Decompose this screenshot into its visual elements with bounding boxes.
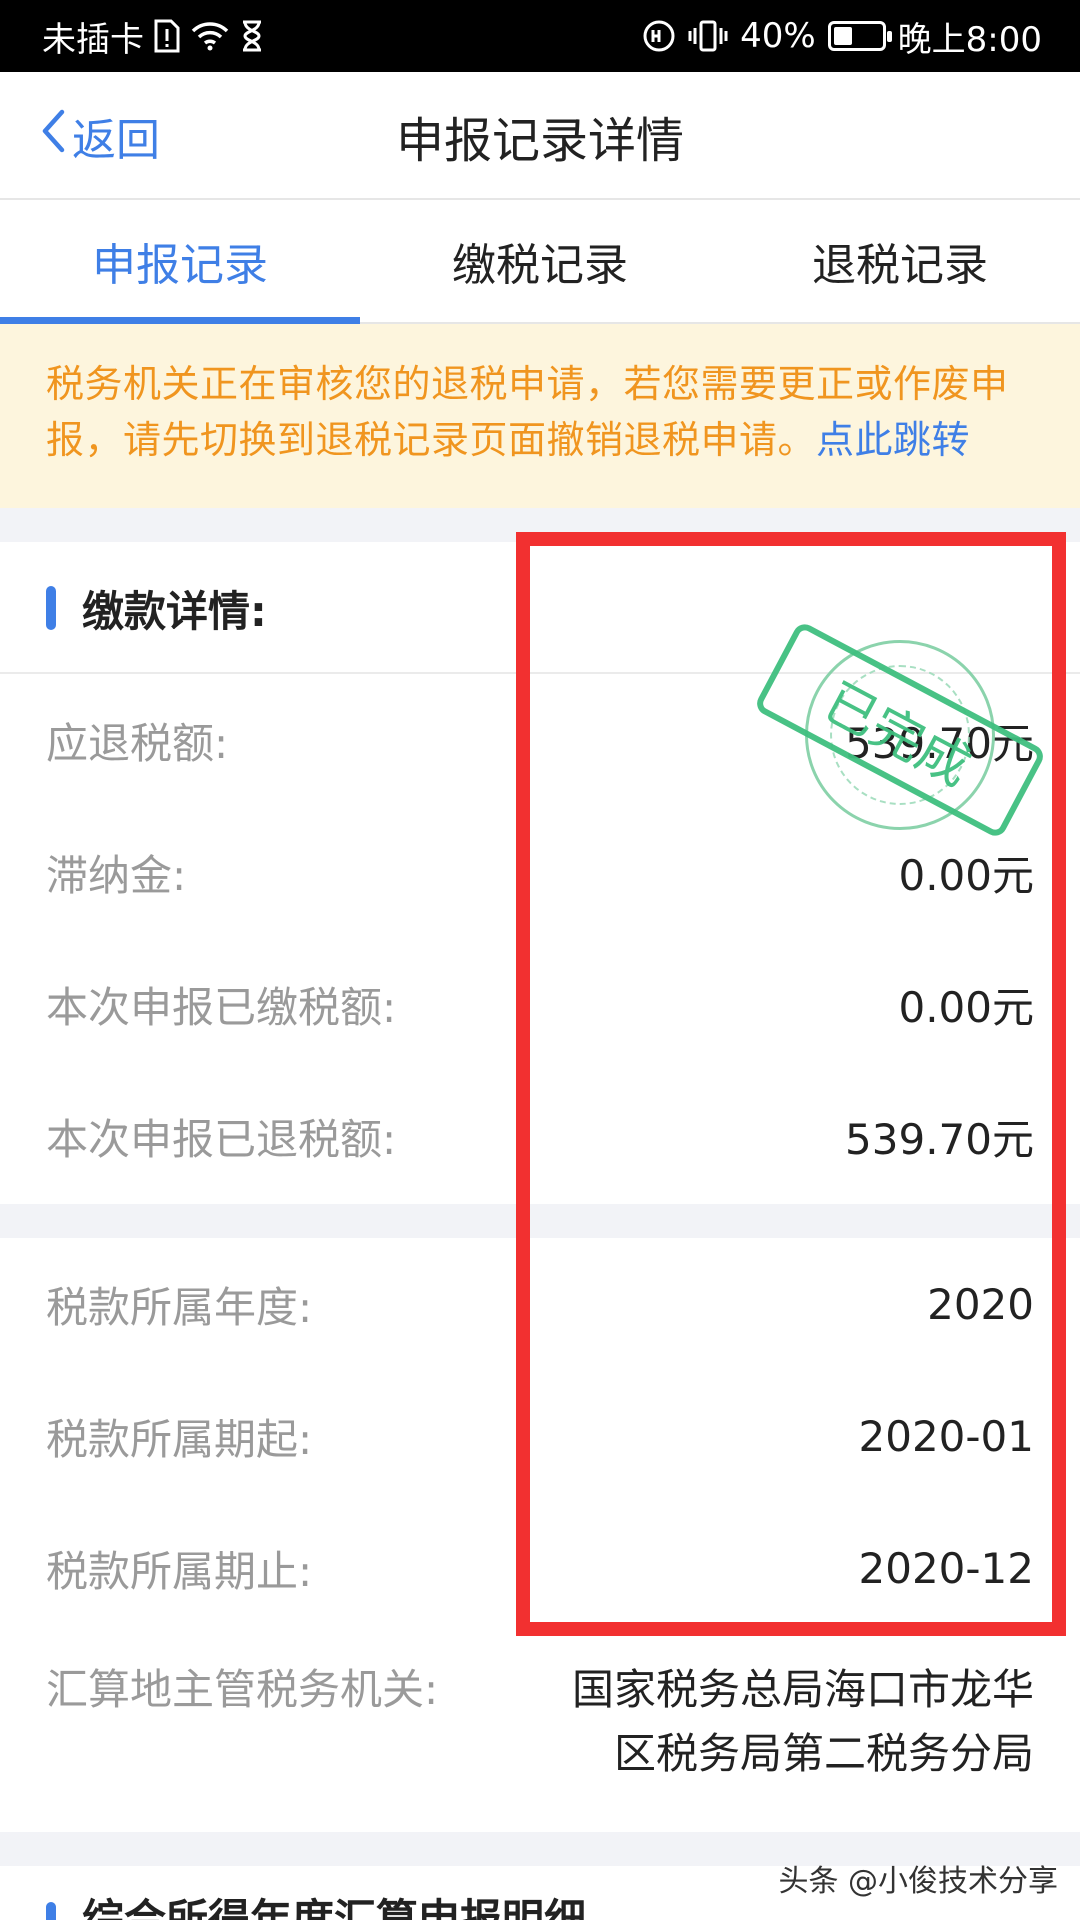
late-fee-label: 滞纳金: [46,850,187,900]
red-highlight-box [516,532,1066,1636]
hourglass-icon [240,20,264,52]
carrier-text: 未插卡 [42,19,144,60]
period-end-label: 税款所属期止: [46,1546,313,1596]
tax-authority-label: 汇算地主管税务机关: [46,1665,439,1714]
vibrate-icon [688,19,728,53]
sim-alert-icon [154,19,180,53]
tab-payment-records[interactable]: 缴税记录 [360,200,720,322]
hd-call-icon [642,19,676,53]
tax-paid-label: 本次申报已缴税额: [46,982,397,1032]
tab-bar: 申报记录 缴税记录 退税记录 [0,200,1080,324]
tab-declaration-records[interactable]: 申报记录 [0,200,360,324]
page-title: 申报记录详情 [395,113,684,169]
tax-authority-row: 汇算地主管税务机关: 国家税务总局海口市龙华 区税务局第二税务分局 [0,1658,1080,1808]
tab-refund-records[interactable]: 退税记录 [720,200,1080,322]
period-start-label: 税款所属期起: [46,1414,313,1464]
jump-link[interactable]: 点此跳转 [816,418,970,462]
tax-authority-line1: 国家税务总局海口市龙华 [571,1665,1034,1714]
tax-authority-line2: 区税务局第二税务分局 [613,1729,1034,1778]
tax-refunded-label: 本次申报已退税额: [46,1114,397,1164]
watermark-text: 头条 @小俊技术分享 [778,1864,1058,1899]
wifi-icon [190,20,230,52]
nav-bar: 返回 申报记录详情 [0,72,1080,200]
clock: 晚上8:00 [897,19,1042,60]
battery-icon [827,21,892,51]
payment-section-title: 缴款详情: [82,586,267,636]
section-accent-bar [46,1902,56,1920]
refund-due-label: 应退税额: [46,718,229,768]
battery-percent: 40% [740,16,816,56]
annual-settlement-section-title: 综合所得年度汇算申报明细 [82,1895,587,1920]
tax-year-label: 税款所属年度: [46,1282,313,1332]
section-accent-bar [46,586,56,630]
tax-authority-value: 国家税务总局海口市龙华 区税务局第二税务分局 [572,1658,1034,1786]
review-notice: 税务机关正在审核您的退税申请，若您需要更正或作废申报，请先切换到退税记录页面撤销… [0,324,1080,508]
status-bar: 未插卡 40% 晚上8:00 [0,0,1080,72]
